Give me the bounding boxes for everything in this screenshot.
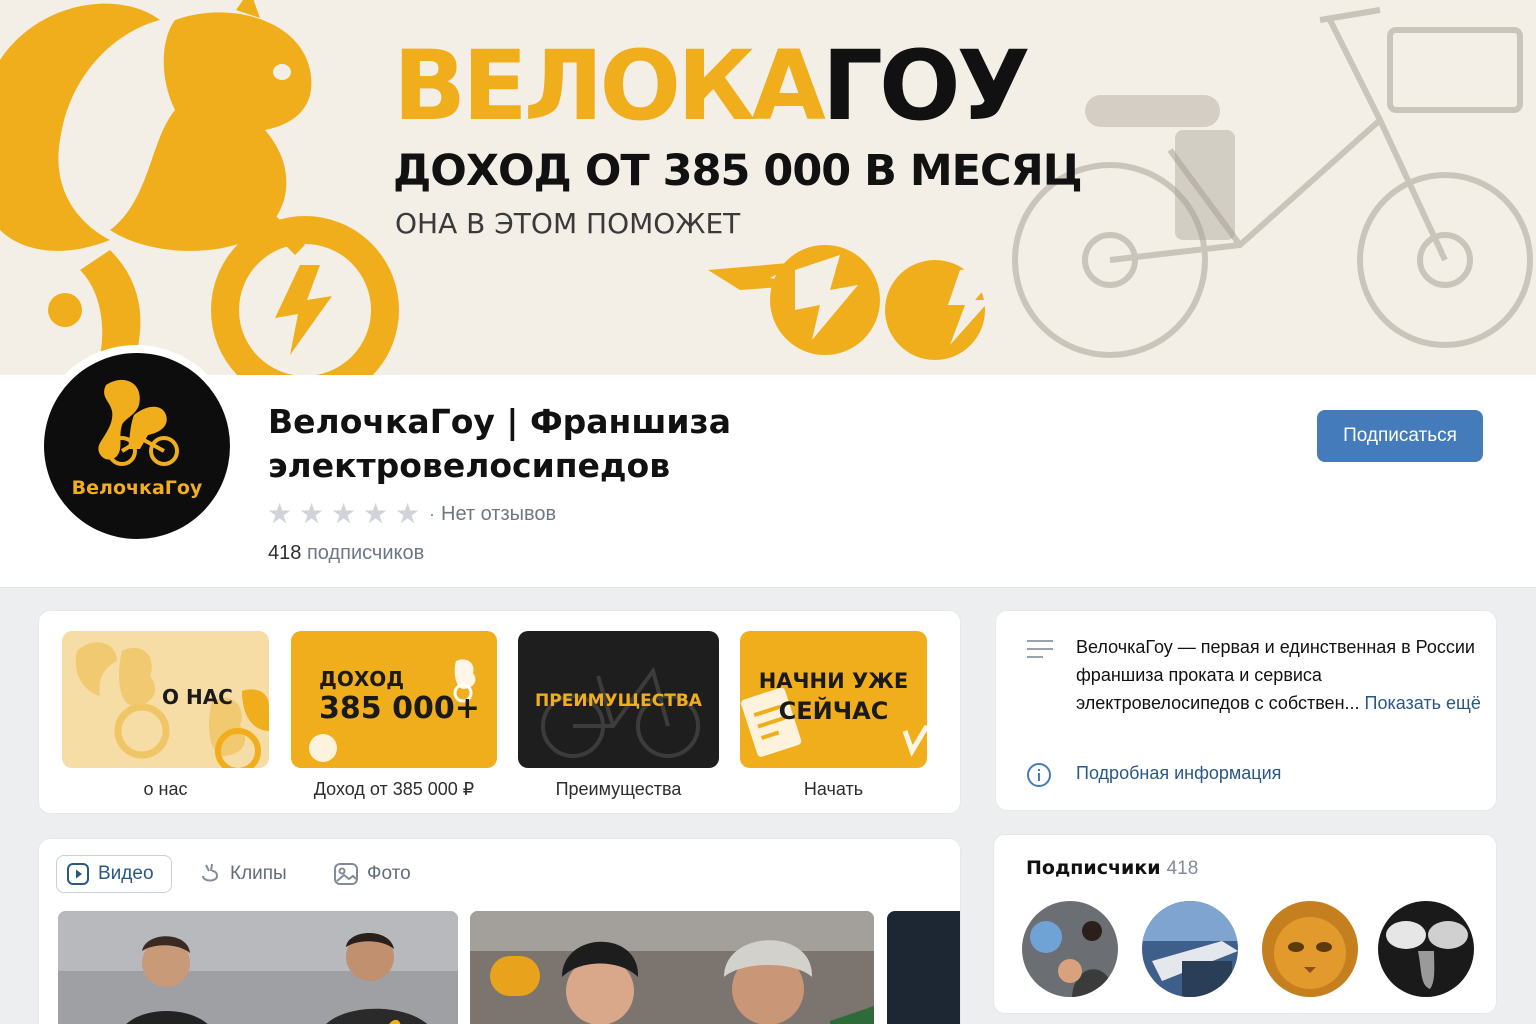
video-thumbnail[interactable] <box>887 911 960 1024</box>
cover-title-part1: ВЕЛОКА <box>393 30 826 142</box>
reviews-label: Нет отзывов <box>441 502 557 525</box>
about-card: ВелочкаГоу — первая и единственная в Рос… <box>995 610 1497 811</box>
follower-avatar[interactable] <box>1022 901 1118 997</box>
subscribers-count: 418 <box>268 542 302 564</box>
tile-start-text-2: СЕЙЧАС <box>778 697 889 725</box>
link-tile-advantages[interactable]: ПРЕИМУЩЕСТВА <box>518 631 719 768</box>
subscribers-label: подписчиков <box>306 542 425 564</box>
tile-advantages-text: ПРЕИМУЩЕСТВА <box>535 691 702 711</box>
follower-photo <box>1022 901 1118 997</box>
photo-icon <box>334 863 358 885</box>
video-thumbnail-image <box>470 911 874 1024</box>
cover-subtitle: ДОХОД ОТ 385 000 В МЕСЯЦ <box>393 146 1083 196</box>
tab-video[interactable]: Видео <box>56 855 172 893</box>
follower-avatar[interactable] <box>1262 901 1358 997</box>
text-lines-icon <box>1027 640 1053 658</box>
star-icon: ★ <box>363 497 389 530</box>
video-thumbnail[interactable] <box>58 911 458 1024</box>
group-name: ВелочкаГоу | Франшиза электровелосипедов <box>268 402 731 485</box>
details-link[interactable]: Подробная информация <box>1076 763 1281 784</box>
followers-title[interactable]: Подписчики 418 <box>1026 857 1198 880</box>
clips-icon <box>199 862 221 886</box>
follower-photo <box>1262 901 1358 997</box>
followers-title-text: Подписчики <box>1026 857 1161 879</box>
star-icon: ★ <box>395 497 421 530</box>
link-tile-about[interactable]: О НАС <box>62 631 269 768</box>
tile-income-text-2: 385 000+ <box>319 691 480 726</box>
follower-avatar[interactable] <box>1378 901 1474 997</box>
followers-card: Подписчики 418 <box>993 834 1497 1014</box>
cover-tagline: ОНА В ЭТОМ ПОМОЖЕТ <box>395 207 741 240</box>
subscribe-button[interactable]: Подписаться <box>1317 410 1483 462</box>
cover-title: ВЕЛОКАГОУ <box>393 33 1031 140</box>
avatar[interactable]: ВелочкаГоу <box>44 353 230 539</box>
tab-video-label: Видео <box>98 863 154 884</box>
about-description: ВелочкаГоу — первая и единственная в Рос… <box>1076 633 1486 717</box>
follower-photo <box>1142 901 1238 997</box>
link-caption-start[interactable]: Начать <box>740 779 927 800</box>
links-card: О НАС о нас ДОХОД 385 000+ Доход от 385 … <box>38 610 961 814</box>
link-caption-income[interactable]: Доход от 385 000 ₽ <box>291 779 497 800</box>
cover-banner: ВЕЛОКАГОУ ДОХОД ОТ 385 000 В МЕСЯЦ ОНА В… <box>0 0 1536 375</box>
link-tile-income[interactable]: ДОХОД 385 000+ <box>291 631 497 768</box>
link-tile-start[interactable]: НАЧНИ УЖЕ СЕЙЧАС <box>740 631 927 768</box>
video-icon <box>67 863 89 885</box>
tab-photo[interactable]: Фото <box>334 855 411 893</box>
link-caption-advantages[interactable]: Преимущества <box>518 779 719 800</box>
follower-photo <box>1378 901 1474 997</box>
squirrel-logo-icon <box>98 379 179 466</box>
tab-clips[interactable]: Клипы <box>199 855 287 893</box>
tile-income-text-1: ДОХОД <box>319 667 405 691</box>
subscribers-line[interactable]: 418 подписчиков <box>268 542 424 565</box>
star-icon: ★ <box>299 497 325 530</box>
avatar-label: ВелочкаГоу <box>71 477 203 499</box>
tab-photo-label: Фото <box>367 863 411 884</box>
media-card: Видео Клипы Фото <box>38 838 961 1024</box>
show-more-link[interactable]: Показать ещё <box>1365 693 1481 713</box>
link-caption-about[interactable]: о нас <box>62 779 269 800</box>
separator-dot: · <box>429 503 435 524</box>
tile-start-text-1: НАЧНИ УЖЕ <box>758 669 909 693</box>
video-thumbnail-image <box>58 911 458 1024</box>
followers-count: 418 <box>1166 858 1199 879</box>
tab-clips-label: Клипы <box>230 863 287 884</box>
star-icon: ★ <box>267 497 293 530</box>
cover-title-part2: ГОУ <box>821 30 1031 142</box>
rating[interactable]: ★ ★ ★ ★ ★ · Нет отзывов <box>267 500 556 528</box>
video-thumbnail[interactable] <box>470 911 874 1024</box>
star-icon: ★ <box>331 497 357 530</box>
info-icon <box>1027 763 1051 787</box>
tile-about-text: О НАС <box>162 685 233 709</box>
follower-avatar[interactable] <box>1142 901 1238 997</box>
